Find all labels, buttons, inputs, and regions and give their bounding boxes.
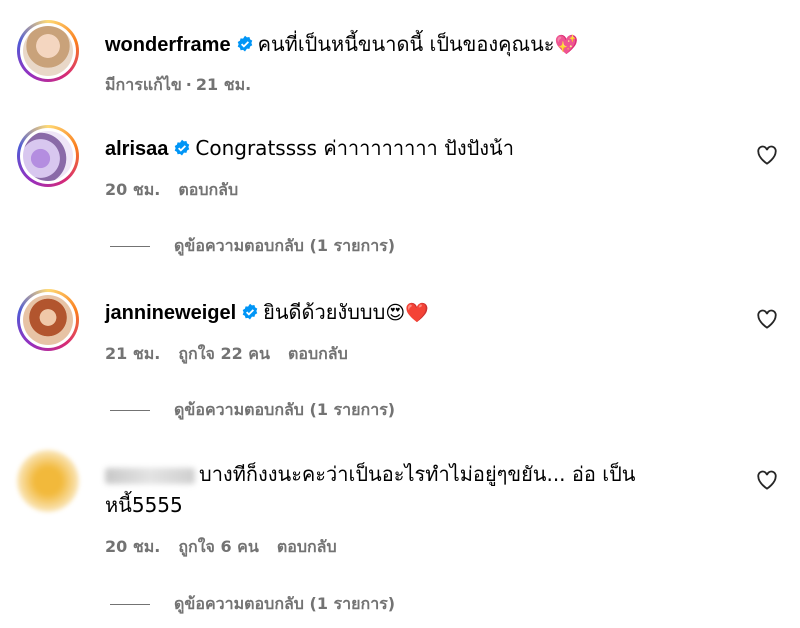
avatar-jannineweigel[interactable]: [17, 289, 79, 351]
username-wonderframe[interactable]: wonderframe: [105, 34, 231, 56]
comment-time[interactable]: 20 ชม.: [105, 180, 160, 199]
comment-time[interactable]: 20 ชม.: [105, 537, 160, 556]
comment-time[interactable]: 21 ชม.: [105, 344, 160, 363]
replies-divider: [110, 604, 150, 605]
verified-badge-icon: [237, 35, 252, 52]
comment-text: คนที่เป็นหนี้ขนาดนี้ เป็นของคุณนะ: [257, 32, 555, 56]
view-replies-label[interactable]: ดูข้อความตอบกลับ (1 รายการ): [174, 594, 395, 613]
likes-count[interactable]: ถูกใจ 6 คน: [178, 537, 258, 556]
view-replies-label[interactable]: ดูข้อความตอบกลับ (1 รายการ): [174, 236, 395, 255]
comment-time[interactable]: 21 ชม.: [196, 75, 251, 94]
edited-label: มีการแก้ไข: [105, 75, 182, 94]
red-heart-emoji: ❤️: [405, 302, 429, 324]
verified-badge-icon: [175, 139, 190, 156]
comment-text: ยินดีด้วยงับบบ: [263, 300, 386, 324]
heart-eyes-emoji: 😍: [385, 302, 406, 324]
heart-outline-icon[interactable]: [756, 309, 778, 329]
view-replies[interactable]: ดูข้อความตอบกลับ (1 รายการ): [110, 398, 395, 423]
heart-outline-icon[interactable]: [756, 470, 778, 490]
comment-text: บางทีก็งงนะคะว่าเป็นอะไรทำไม่อยู่ๆขยัน..…: [199, 462, 636, 486]
meta-separator: ·: [185, 75, 192, 94]
verified-badge-icon: [242, 303, 258, 320]
reply-button[interactable]: ตอบกลับ: [288, 344, 348, 363]
username-alrisaa[interactable]: alrisaa: [105, 138, 168, 160]
view-replies-label[interactable]: ดูข้อความตอบกลับ (1 รายการ): [174, 400, 395, 419]
replies-divider: [110, 246, 150, 247]
sparkling-heart-emoji: 💖: [554, 34, 579, 56]
avatar-alrisaa[interactable]: [17, 125, 79, 187]
heart-outline-icon[interactable]: [756, 145, 778, 165]
comment-text: Congratssss ค่าาาาาาาาา ปังปังน้า: [195, 136, 514, 160]
avatar-blurred[interactable]: [17, 450, 79, 512]
comment-text-continued: หนี้5555: [105, 493, 183, 517]
view-replies[interactable]: ดูข้อความตอบกลับ (1 รายการ): [110, 592, 395, 617]
reply-button[interactable]: ตอบกลับ: [178, 180, 238, 199]
likes-count[interactable]: ถูกใจ 22 คน: [178, 344, 270, 363]
reply-button[interactable]: ตอบกลับ: [277, 537, 337, 556]
username-blurred[interactable]: [105, 467, 195, 484]
username-jannineweigel[interactable]: jannineweigel: [105, 302, 236, 324]
replies-divider: [110, 410, 150, 411]
avatar-wonderframe[interactable]: [17, 20, 79, 82]
view-replies[interactable]: ดูข้อความตอบกลับ (1 รายการ): [110, 234, 395, 259]
